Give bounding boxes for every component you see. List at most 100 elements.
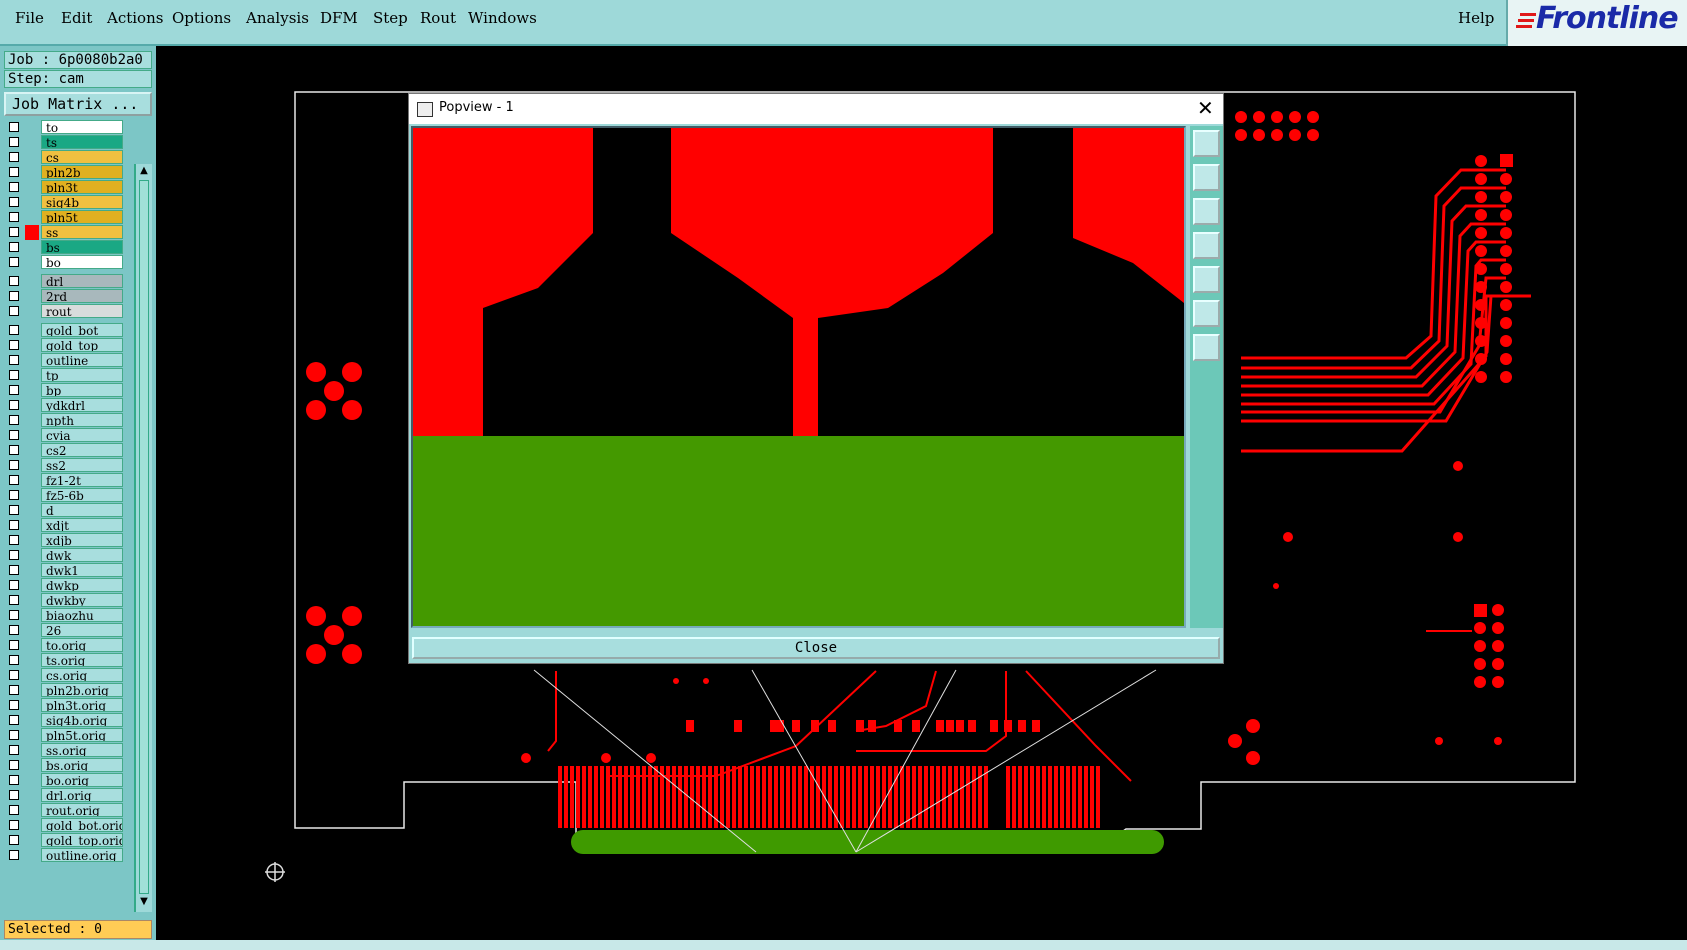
layer-name[interactable]: pln5t [41, 210, 123, 224]
layer-name[interactable]: dwk1 [41, 563, 123, 577]
layer-name[interactable]: outline [41, 353, 123, 367]
layer-row[interactable]: pln3t [7, 180, 123, 195]
layer-checkbox[interactable] [9, 167, 19, 177]
layer-name[interactable]: sig4b [41, 195, 123, 209]
layer-name[interactable]: outline.orig [41, 848, 123, 862]
layer-name[interactable]: fz5-6b [41, 488, 123, 502]
layer-name[interactable]: bs [41, 240, 123, 254]
layer-name[interactable]: xdjb [41, 533, 123, 547]
layer-name[interactable]: bp [41, 383, 123, 397]
layer-row[interactable]: rout [7, 304, 123, 319]
layer-name[interactable]: ss.orig [41, 743, 123, 757]
layer-row[interactable]: cs2 [7, 443, 123, 458]
layer-checkbox[interactable] [9, 715, 19, 725]
layer-row[interactable]: to.orig [7, 638, 123, 653]
window-zoom-icon[interactable] [1193, 130, 1220, 157]
layer-name[interactable]: fz1-2t [41, 473, 123, 487]
layer-checkbox[interactable] [9, 850, 19, 860]
layer-name[interactable]: xdjt [41, 518, 123, 532]
layer-checkbox[interactable] [9, 745, 19, 755]
layer-row[interactable]: outline.orig [7, 848, 123, 863]
layer-row[interactable]: rout.orig [7, 803, 123, 818]
menu-help[interactable]: Help [1458, 9, 1494, 27]
layer-checkbox[interactable] [9, 475, 19, 485]
layer-name[interactable]: pln5t.orig [41, 728, 123, 742]
layer-name[interactable]: cs.orig [41, 668, 123, 682]
layer-row[interactable]: gold_top [7, 338, 123, 353]
layer-checkbox[interactable] [9, 730, 19, 740]
layer-row[interactable]: to [7, 120, 123, 135]
layer-name[interactable]: bo.orig [41, 773, 123, 787]
layer-checkbox[interactable] [9, 790, 19, 800]
layer-checkbox[interactable] [9, 291, 19, 301]
layer-checkbox[interactable] [9, 625, 19, 635]
layer-checkbox[interactable] [9, 197, 19, 207]
layer-name[interactable]: ydkdrl [41, 398, 123, 412]
layer-checkbox[interactable] [9, 355, 19, 365]
layer-checkbox[interactable] [9, 640, 19, 650]
layer-row[interactable]: pln5t [7, 210, 123, 225]
layer-row[interactable]: ts [7, 135, 123, 150]
layer-name[interactable]: dwk [41, 548, 123, 562]
scroll-up-icon[interactable]: ▲ [138, 165, 150, 177]
layer-row[interactable]: gold_top.orig [7, 833, 123, 848]
layer-name[interactable]: to.orig [41, 638, 123, 652]
job-matrix-button[interactable]: Job Matrix ... [4, 92, 152, 116]
layer-checkbox[interactable] [9, 760, 19, 770]
layer-name[interactable]: drl [41, 274, 123, 288]
layer-row[interactable]: cvia [7, 428, 123, 443]
layer-row[interactable]: ydkdrl [7, 398, 123, 413]
close-button[interactable]: Close [412, 637, 1220, 659]
layer-row[interactable]: sig4b.orig [7, 713, 123, 728]
layer-row[interactable]: 26 [7, 623, 123, 638]
layer-checkbox[interactable] [9, 306, 19, 316]
layer-checkbox[interactable] [9, 152, 19, 162]
scroll-down-icon[interactable]: ▼ [138, 896, 150, 908]
layer-name[interactable]: 2rd [41, 289, 123, 303]
layer-row[interactable]: xdjb [7, 533, 123, 548]
layer-name[interactable]: ts.orig [41, 653, 123, 667]
layer-name[interactable]: ss [41, 225, 123, 239]
scroll-thumb[interactable] [139, 180, 149, 894]
pan-up-icon[interactable] [1193, 164, 1220, 191]
pan-right-icon[interactable] [1193, 266, 1220, 293]
layer-checkbox[interactable] [9, 227, 19, 237]
popview-titlebar[interactable]: Popview - 1 ✕ [409, 94, 1223, 124]
layer-name[interactable]: pln2b.orig [41, 683, 123, 697]
layer-name[interactable]: to [41, 120, 123, 134]
layer-name[interactable]: rout.orig [41, 803, 123, 817]
menu-step[interactable]: Step [373, 9, 408, 27]
layer-row[interactable]: pln5t.orig [7, 728, 123, 743]
layer-row[interactable]: sig4b [7, 195, 123, 210]
layer-checkbox[interactable] [9, 595, 19, 605]
layer-checkbox[interactable] [9, 212, 19, 222]
layer-row[interactable]: ss.orig [7, 743, 123, 758]
layer-name[interactable]: 26 [41, 623, 123, 637]
layer-row[interactable]: pln2b [7, 165, 123, 180]
layer-checkbox[interactable] [9, 565, 19, 575]
layer-row[interactable]: xdjt [7, 518, 123, 533]
pan-left-icon[interactable] [1193, 232, 1220, 259]
layer-row[interactable]: d [7, 503, 123, 518]
layer-name[interactable]: dwkby [41, 593, 123, 607]
layer-checkbox[interactable] [9, 430, 19, 440]
layer-name[interactable]: gold_bot.orig [41, 818, 123, 832]
layer-checkbox[interactable] [9, 520, 19, 530]
layer-name[interactable]: ts [41, 135, 123, 149]
layer-row[interactable]: cs.orig [7, 668, 123, 683]
layer-checkbox[interactable] [9, 257, 19, 267]
layer-name[interactable]: tp [41, 368, 123, 382]
layer-row[interactable]: bp [7, 383, 123, 398]
layer-checkbox[interactable] [9, 340, 19, 350]
layer-checkbox[interactable] [9, 655, 19, 665]
layer-row[interactable]: fz1-2t [7, 473, 123, 488]
layer-checkbox[interactable] [9, 700, 19, 710]
layer-checkbox[interactable] [9, 370, 19, 380]
layer-name[interactable]: ss2 [41, 458, 123, 472]
layer-row[interactable]: dwkp [7, 578, 123, 593]
layer-row[interactable]: bo [7, 255, 123, 270]
layer-checkbox[interactable] [9, 490, 19, 500]
layer-name[interactable]: cs [41, 150, 123, 164]
layer-name[interactable]: pln3t [41, 180, 123, 194]
menu-rout[interactable]: Rout [420, 9, 456, 27]
